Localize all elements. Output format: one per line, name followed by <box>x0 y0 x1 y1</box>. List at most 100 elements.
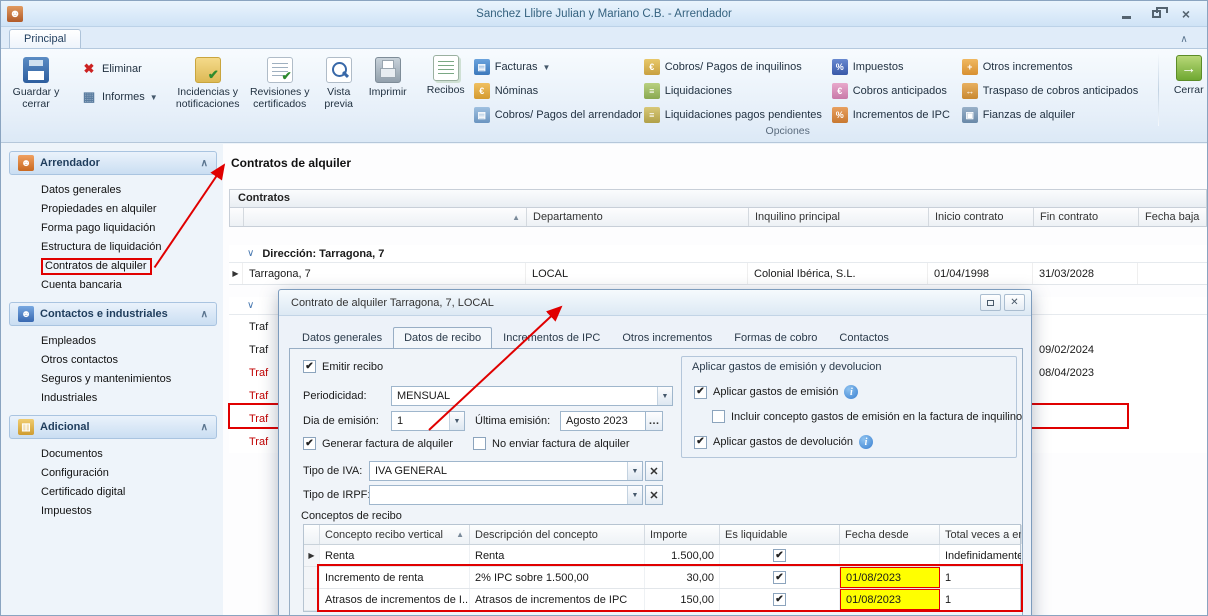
imprimir-button[interactable]: Imprimir <box>362 54 414 101</box>
tab-datos-de-recibo[interactable]: Datos de recibo <box>393 327 492 348</box>
sidebar-item-contratos-de-alquiler[interactable]: Contratos de alquiler <box>39 259 217 273</box>
sidebar-item-forma-pago-liquidacion[interactable]: Forma pago liquidación <box>39 221 217 235</box>
dia-emision-value: 1 <box>397 415 403 427</box>
info-icon[interactable]: i <box>844 385 858 399</box>
tab-formas-de-cobro[interactable]: Formas de cobro <box>723 327 828 348</box>
tipo-irpf-select[interactable]: ▼ <box>369 485 643 505</box>
fianzas-button[interactable]: ▣ Fianzas de alquiler <box>958 106 1154 124</box>
sidebar-item-propiedades-en-alquiler[interactable]: Propiedades en alquiler <box>39 202 217 216</box>
sidebar-item-industriales[interactable]: Industriales <box>39 391 217 405</box>
dialog-close-button[interactable]: ✕ <box>1004 294 1025 311</box>
facturas-button[interactable]: ▤ Facturas ▼ <box>470 58 640 76</box>
tab-principal[interactable]: Principal <box>9 29 81 48</box>
periodicidad-select[interactable]: MENSUAL ▼ <box>391 386 673 406</box>
cobros-pagos-inquilinos-button[interactable]: € Cobros/ Pagos de inquilinos <box>640 58 828 76</box>
checkbox-checked-icon <box>303 360 316 373</box>
column-header-concepto[interactable]: Concepto recibo vertical▲ <box>320 525 470 544</box>
conceptos-row[interactable]: Incremento de renta 2% IPC sobre 1.500,0… <box>304 567 1020 589</box>
sidebar-group-adicional[interactable]: ▥ Adicional ∧ <box>9 415 217 439</box>
sidebar: ☻ Arrendador ∧ Datos generales Propiedad… <box>9 151 217 528</box>
cell-es-liquidable[interactable] <box>720 589 840 610</box>
conceptos-row[interactable]: ▶ Renta Renta 1.500,00 Indefinidamente <box>304 545 1020 567</box>
ribbon-collapse-icon[interactable]: ∧ <box>1175 34 1193 45</box>
nominas-button[interactable]: € Nóminas <box>470 82 640 100</box>
sidebar-item-seguros[interactable]: Seguros y mantenimientos <box>39 372 217 386</box>
guardar-y-cerrar-button[interactable]: Guardar y cerrar <box>5 54 67 114</box>
sidebar-item-otros-contactos[interactable]: Otros contactos <box>39 353 217 367</box>
sidebar-item-estructura-de-liquidacion[interactable]: Estructura de liquidación <box>39 240 217 254</box>
chevron-down-icon[interactable]: ▼ <box>657 387 672 405</box>
recibos-button[interactable]: Recibos <box>422 52 470 99</box>
column-header-fecha-baja[interactable]: Fecha baja <box>1139 208 1208 226</box>
sidebar-item-cuenta-bancaria[interactable]: Cuenta bancaria <box>39 278 217 292</box>
tipo-iva-clear-button[interactable]: ✕ <box>645 461 663 481</box>
cell-es-liquidable[interactable] <box>720 545 840 566</box>
tab-contactos[interactable]: Contactos <box>828 327 900 348</box>
traspaso-label: Traspaso de cobros anticipados <box>983 85 1139 97</box>
column-header-inicio[interactable]: Inicio contrato <box>929 208 1034 226</box>
sidebar-item-impuestos[interactable]: Impuestos <box>39 504 217 518</box>
sidebar-group-contactos[interactable]: ☻ Contactos e industriales ∧ <box>9 302 217 326</box>
liquidaciones-pendientes-button[interactable]: ≡ Liquidaciones pagos pendientes <box>640 106 828 124</box>
traspaso-cobros-button[interactable]: ↔ Traspaso de cobros anticipados <box>958 82 1154 100</box>
sidebar-item-documentos[interactable]: Documentos <box>39 447 217 461</box>
conceptos-row[interactable]: Atrasos de incrementos de I... Atrasos d… <box>304 589 1020 611</box>
minimize-button[interactable] <box>1113 5 1139 22</box>
otros-incrementos-button[interactable]: + Otros incrementos <box>958 58 1154 76</box>
cell-es-liquidable[interactable] <box>720 567 840 588</box>
cerrar-button[interactable]: → Cerrar <box>1163 52 1208 142</box>
taxes-icon: % <box>832 59 848 75</box>
column-header-importe[interactable]: Importe <box>645 525 720 544</box>
ribbon-group-opciones-label: Opciones <box>422 124 1154 139</box>
impuestos-button[interactable]: % Impuestos <box>828 58 958 76</box>
sidebar-item-configuracion[interactable]: Configuración <box>39 466 217 480</box>
column-header-descripcion[interactable]: Descripción del concepto <box>470 525 645 544</box>
tab-datos-generales[interactable]: Datos generales <box>291 327 393 348</box>
column-header-fin[interactable]: Fin contrato <box>1034 208 1139 226</box>
generar-factura-checkbox[interactable]: Generar factura de alquiler <box>303 437 453 450</box>
aplicar-gastos-emision-checkbox[interactable]: Aplicar gastos de emisión i <box>694 385 858 399</box>
tab-incrementos-ipc[interactable]: Incrementos de IPC <box>492 327 611 348</box>
column-header-total-veces[interactable]: Total veces a emit <box>940 525 1022 544</box>
sidebar-item-empleados[interactable]: Empleados <box>39 334 217 348</box>
revisiones-button[interactable]: Revisiones y certificados <box>244 54 316 114</box>
incluir-concepto-checkbox[interactable]: Incluir concepto gastos de emisión en la… <box>712 410 1022 423</box>
title-bar: ☻ Sanchez Llibre Julian y Mariano C.B. -… <box>1 1 1207 27</box>
sidebar-item-certificado-digital[interactable]: Certificado digital <box>39 485 217 499</box>
cobros-pagos-arrendador-button[interactable]: ▤ Cobros/ Pagos del arrendador <box>470 106 640 124</box>
informes-button[interactable]: ▦ Informes ▼ <box>77 88 162 106</box>
sidebar-item-datos-generales[interactable]: Datos generales <box>39 183 217 197</box>
column-header-nombre[interactable]: ▲ <box>244 208 527 226</box>
dia-emision-select[interactable]: 1 ▼ <box>391 411 465 431</box>
liquidaciones-button[interactable]: ≡ Liquidaciones <box>640 82 828 100</box>
tipo-irpf-clear-button[interactable]: ✕ <box>645 485 663 505</box>
incrementos-ipc-button[interactable]: % Incrementos de IPC <box>828 106 958 124</box>
restore-button[interactable] <box>1143 5 1169 22</box>
cobros-anticipados-button[interactable]: € Cobros anticipados <box>828 82 958 100</box>
group-row-direccion[interactable]: ∨ Dirección: Tarragona, 7 <box>229 245 1207 263</box>
ultima-emision-value: Agosto 2023 <box>566 415 628 427</box>
column-header-es-liquidable[interactable]: Es liquidable <box>720 525 840 544</box>
dialog-restore-button[interactable] <box>980 294 1001 311</box>
tipo-iva-select[interactable]: IVA GENERAL ▼ <box>369 461 643 481</box>
vista-previa-button[interactable]: Vista previa <box>316 54 362 114</box>
chevron-down-icon[interactable]: ▼ <box>627 462 642 480</box>
no-enviar-factura-checkbox[interactable]: No enviar factura de alquiler <box>473 437 630 450</box>
chevron-down-icon[interactable]: ▼ <box>627 486 642 504</box>
table-row[interactable]: ▶ Tarragona, 7 LOCAL Colonial Ibérica, S… <box>229 263 1207 285</box>
tab-otros-incrementos[interactable]: Otros incrementos <box>611 327 723 348</box>
ultima-emision-ellipsis-button[interactable]: … <box>645 411 663 431</box>
contacts-icon: ☻ <box>18 306 34 322</box>
column-header-inquilino[interactable]: Inquilino principal <box>749 208 929 226</box>
info-icon[interactable]: i <box>859 435 873 449</box>
ultima-emision-field[interactable]: Agosto 2023 <box>560 411 646 431</box>
column-header-departamento[interactable]: Departamento <box>527 208 749 226</box>
column-header-fecha-desde[interactable]: Fecha desde <box>840 525 940 544</box>
aplicar-gastos-devolucion-checkbox[interactable]: Aplicar gastos de devolución i <box>694 435 873 449</box>
sidebar-group-arrendador[interactable]: ☻ Arrendador ∧ <box>9 151 217 175</box>
close-button[interactable]: × <box>1173 5 1199 22</box>
eliminar-button[interactable]: ✖ Eliminar <box>77 60 162 78</box>
emitir-recibo-checkbox[interactable]: Emitir recibo <box>303 360 383 373</box>
incidencias-button[interactable]: Incidencias y notificaciones <box>172 54 244 114</box>
chevron-down-icon[interactable]: ▼ <box>449 412 464 430</box>
